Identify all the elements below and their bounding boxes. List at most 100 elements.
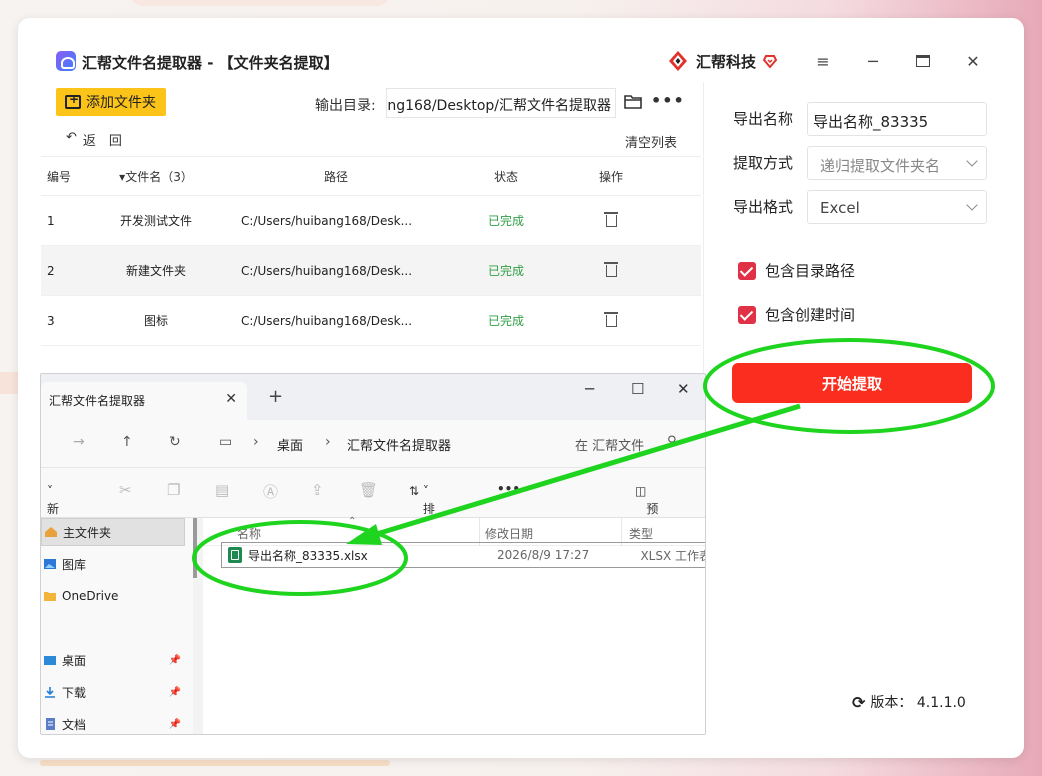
up-icon[interactable]: ↑ (121, 434, 133, 450)
pin-icon: 📌 (168, 718, 181, 730)
output-dir-field[interactable]: C:/Users/huibang168/Desktop/汇帮文件名提取器 (386, 88, 616, 118)
minimize-icon[interactable]: ─ (585, 380, 594, 398)
row-no: 2 (47, 263, 55, 278)
folder-open-icon[interactable] (624, 94, 642, 109)
new-tab-icon[interactable]: + (268, 386, 283, 407)
column-header-no[interactable]: 编号 (41, 168, 81, 185)
explorer-tab[interactable]: 汇帮文件名提取器 ✕ (41, 382, 247, 420)
forward-icon[interactable]: → (73, 434, 85, 450)
close-icon[interactable]: ✕ (960, 48, 986, 74)
column-header-type[interactable]: 类型 (629, 525, 653, 542)
extract-mode-select[interactable]: 递归提取文件夹名 (807, 146, 987, 180)
column-header-name-label: 文件名（3） (125, 169, 193, 184)
home-icon (45, 527, 57, 537)
sidebar-item-downloads[interactable]: 下载 📌 (41, 678, 185, 706)
checkbox-checked-icon (738, 305, 756, 324)
paste-icon[interactable]: ▤ (215, 481, 229, 499)
row-status: 已完成 (487, 314, 524, 328)
maximize-icon[interactable] (910, 48, 936, 74)
chevron-right-icon: › (325, 434, 331, 450)
excel-file-icon (228, 547, 242, 563)
breadcrumb-desktop[interactable]: 桌面 (277, 435, 303, 454)
explorer-tab-title: 汇帮文件名提取器 (49, 394, 146, 408)
clear-list-button[interactable]: 清空列表 (625, 132, 677, 151)
file-modified: 2026/8/9 17:27 (497, 548, 590, 562)
add-folder-label: 添加文件夹 (86, 95, 156, 111)
trash-icon (603, 312, 618, 327)
table-row[interactable]: 3 图标 C:/Users/huibang168/Desk... 已完成 (41, 296, 701, 346)
pin-icon: 📌 (168, 654, 181, 666)
delete-button[interactable] (581, 312, 641, 328)
tab-close-icon[interactable]: ✕ (225, 391, 237, 407)
sidebar-item-label: 文档 (62, 717, 87, 732)
delete-button[interactable] (581, 212, 641, 228)
menu-icon[interactable]: ≡ (810, 48, 836, 74)
explorer-command-bar: 新建 ˅ ✂ ❐ ▤ Ⓐ ⇪ 🗑 ⇅ 排序 ˅ ••• ◫ 预览 (41, 468, 705, 533)
row-no: 1 (47, 213, 55, 228)
minimize-icon[interactable]: ─ (860, 48, 886, 74)
app-title: 汇帮文件名提取器 - 【文件夹名提取】 (82, 54, 339, 72)
maximize-icon[interactable]: ☐ (631, 380, 644, 398)
column-header-path[interactable]: 路径 (231, 168, 431, 185)
settings-panel: 导出名称 导出名称_83335 提取方式 递归提取文件夹名 导出格式 Excel… (703, 82, 1001, 668)
sidebar-item-home[interactable]: 主文件夹 (41, 518, 185, 546)
breadcrumb-folder[interactable]: 汇帮文件名提取器 (347, 435, 451, 454)
export-format-select[interactable]: Excel (807, 190, 987, 224)
search-icon[interactable]: ⚲ (667, 434, 677, 449)
sidebar-item-label: OneDrive (62, 589, 119, 603)
back-label: 返 回 (82, 134, 122, 149)
refresh-icon[interactable]: ↻ (169, 434, 181, 450)
sidebar-scrollbar[interactable] (193, 518, 197, 578)
sidebar-item-label: 图库 (62, 557, 87, 572)
trash-icon (603, 262, 618, 277)
new-button[interactable]: 新建 ˅ (47, 484, 59, 533)
export-format-value: Excel (820, 199, 860, 217)
file-row[interactable]: 导出名称_83335.xlsx 2026/8/9 17:27 XLSX 工作表 (221, 542, 705, 568)
row-name: 图标 (143, 314, 168, 328)
table-row[interactable]: 2 新建文件夹 C:/Users/huibang168/Desk... 已完成 (41, 246, 701, 296)
export-name-input[interactable]: 导出名称_83335 (807, 102, 987, 136)
back-button[interactable]: ↶ 返 回 (66, 130, 122, 149)
sidebar-item-label: 下载 (62, 685, 87, 700)
row-status: 已完成 (487, 264, 524, 278)
include-dir-path-checkbox[interactable]: 包含目录路径 (738, 260, 855, 281)
share-icon[interactable]: ⇪ (311, 481, 324, 499)
table-row[interactable]: 1 开发测试文件 C:/Users/huibang168/Desk... 已完成 (41, 196, 701, 246)
document-icon (46, 718, 55, 730)
column-header-name[interactable]: 名称 (237, 525, 261, 542)
extract-mode-label: 提取方式 (733, 154, 794, 172)
column-header-status[interactable]: 状态 (431, 168, 581, 185)
refresh-icon[interactable]: ⟳ (852, 693, 865, 712)
column-header-modified[interactable]: 修改日期 (485, 525, 533, 542)
monitor-icon[interactable]: ▭ (219, 434, 232, 450)
cut-icon[interactable]: ✂ (119, 481, 132, 499)
more-icon[interactable]: ••• (497, 482, 520, 496)
sidebar-item-documents[interactable]: 文档 📌 (41, 710, 185, 734)
sidebar-item-onedrive[interactable]: OneDrive (41, 582, 185, 610)
heart-diamond-icon[interactable] (762, 53, 778, 69)
row-name: 开发测试文件 (119, 214, 192, 228)
export-name-label: 导出名称 (733, 110, 794, 128)
more-icon[interactable]: ••• (651, 91, 685, 110)
chevron-down-icon (966, 155, 978, 167)
sidebar-item-gallery[interactable]: 图库 (41, 550, 185, 578)
start-extract-button[interactable]: 开始提取 (732, 363, 972, 403)
app-logo-icon (56, 51, 76, 71)
explorer-address-bar: → ↑ ↻ ▭ › 桌面 › 汇帮文件名提取器 在 汇帮文件 ⚲ (41, 420, 705, 468)
column-header-name[interactable]: ▾文件名（3） (81, 168, 231, 185)
close-icon[interactable]: ✕ (677, 380, 690, 398)
chevron-down-icon (966, 199, 978, 211)
sort-button[interactable]: ⇅ 排序 ˅ (409, 484, 435, 533)
copy-icon[interactable]: ❐ (167, 481, 180, 499)
add-folder-button[interactable]: 添加文件夹 (56, 88, 166, 116)
download-icon (45, 687, 55, 698)
preview-button[interactable]: ◫ 预览 (635, 484, 658, 533)
delete-button[interactable] (581, 262, 641, 278)
export-format-label: 导出格式 (733, 198, 794, 216)
sidebar-item-desktop[interactable]: 桌面 📌 (41, 646, 185, 674)
include-created-time-checkbox[interactable]: 包含创建时间 (738, 304, 855, 325)
delete-icon[interactable]: 🗑 (359, 481, 378, 499)
search-input[interactable]: 在 汇帮文件 (575, 435, 644, 454)
row-path: C:/Users/huibang168/Desk... (241, 213, 413, 228)
rename-icon[interactable]: Ⓐ (263, 481, 278, 502)
